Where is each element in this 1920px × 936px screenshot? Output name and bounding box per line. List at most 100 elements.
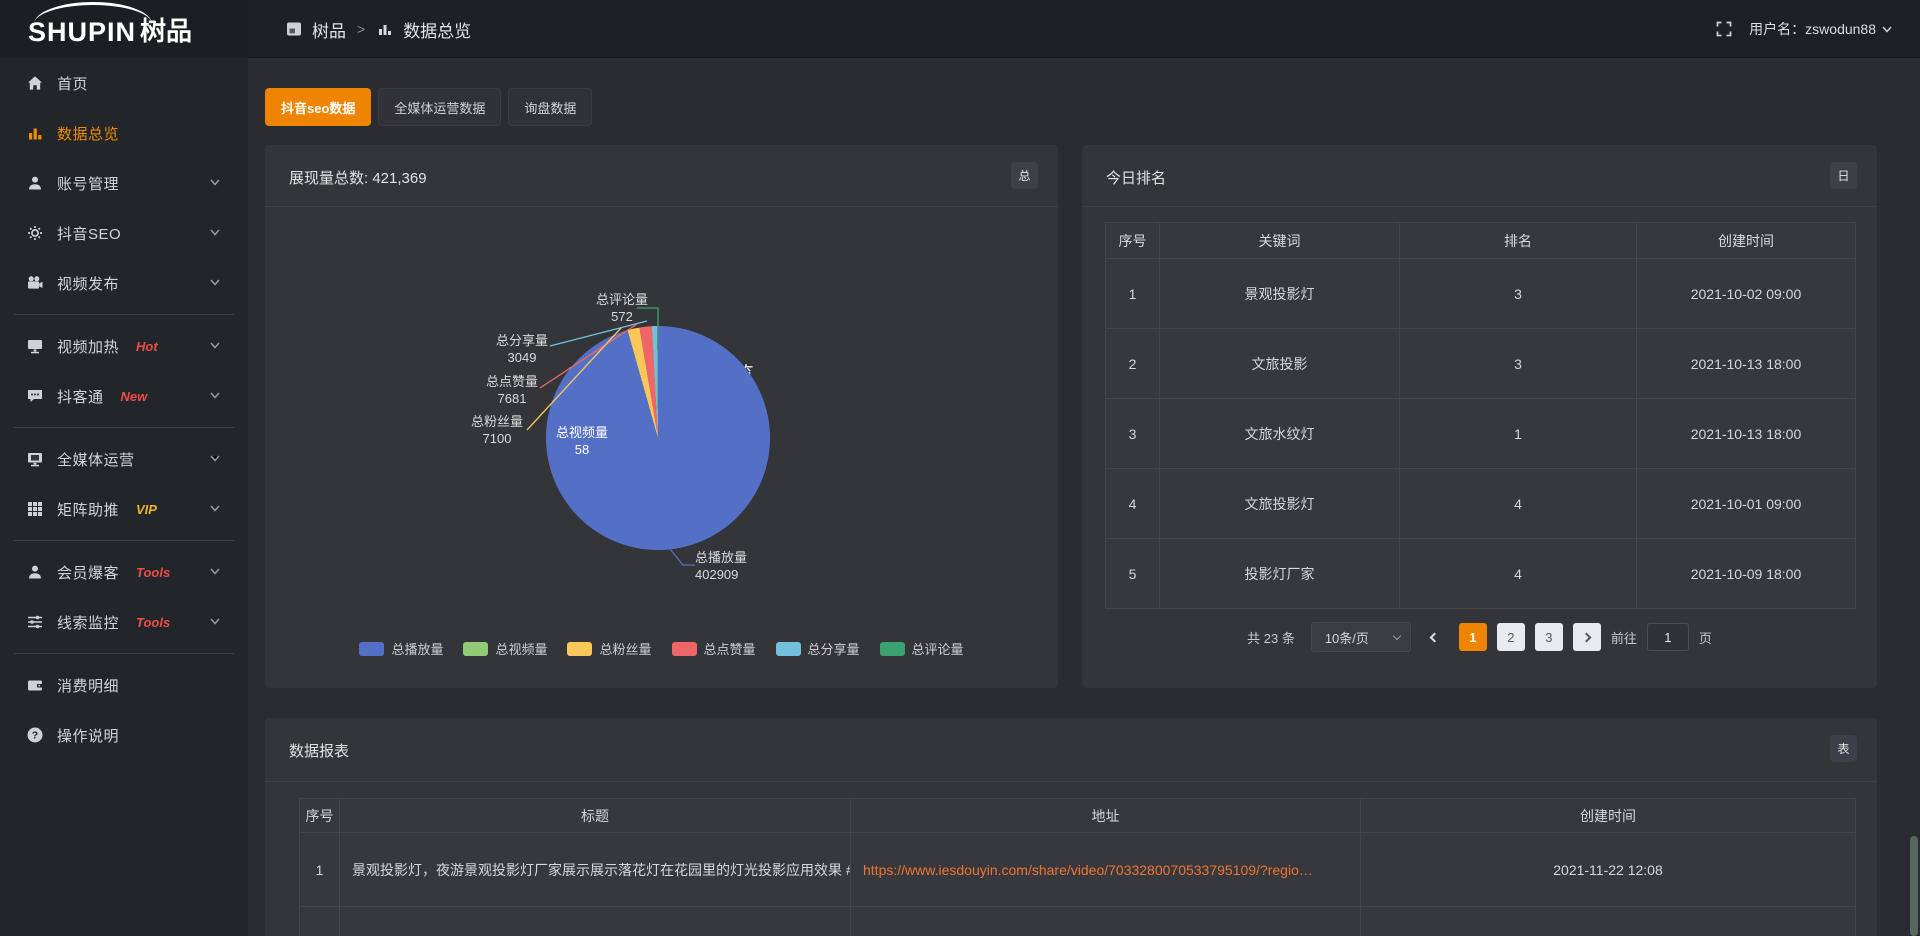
- pie-label-videos: 总视频量58: [517, 424, 647, 458]
- sidebar-item-douyin-seo[interactable]: 抖音SEO: [0, 208, 248, 258]
- breadcrumb-current: 数据总览: [403, 17, 471, 42]
- table-row[interactable]: 3文旅水纹灯12021-10-13 18:00: [1106, 399, 1856, 469]
- sidebar-item-home[interactable]: 首页: [0, 58, 248, 108]
- breadcrumb-root[interactable]: 树品: [312, 17, 346, 42]
- scrollbar[interactable]: [1910, 58, 1918, 936]
- legend-item[interactable]: 总点赞量: [672, 639, 756, 658]
- bar-chart-icon: [26, 124, 44, 142]
- user-icon: [26, 563, 44, 581]
- user-icon: [26, 174, 44, 192]
- legend-item[interactable]: 总评论量: [880, 639, 964, 658]
- sliders-icon: [26, 613, 44, 631]
- page-button-3[interactable]: 3: [1535, 623, 1563, 651]
- goto-label: 前往: [1611, 628, 1637, 647]
- sidebar: 首页 数据总览 账号管理 抖音SEO 视频发布 视频加热 Hot: [0, 58, 248, 936]
- user-menu[interactable]: 用户名：zswodun88: [1749, 19, 1892, 39]
- sidebar-divider: [14, 314, 234, 315]
- topbar-right: 用户名：zswodun88: [1715, 0, 1892, 58]
- legend-item[interactable]: 总粉丝量: [567, 639, 651, 658]
- legend-swatch: [776, 642, 801, 656]
- table-header-row: 序号 关键词 排名 创建时间: [1106, 223, 1856, 259]
- chart-legend: 总播放量 总视频量 总粉丝量 总点赞量 总分享量 总评论量: [265, 639, 1058, 658]
- legend-item[interactable]: 总分享量: [776, 639, 860, 658]
- ranking-table: 序号 关键词 排名 创建时间 1景观投影灯32021-10-02 09:00 2…: [1105, 222, 1856, 609]
- pie-label-likes: 总点赞量7681: [467, 373, 557, 407]
- page-size-select[interactable]: 10条/页: [1311, 622, 1411, 652]
- legend-swatch: [672, 642, 697, 656]
- screen-icon: [26, 337, 44, 355]
- sidebar-item-label: 消费明细: [57, 675, 119, 696]
- legend-item[interactable]: 总播放量: [359, 639, 443, 658]
- main-content: 抖音seo数据 全媒体运营数据 询盘数据 展现量总数: 421,369 总 D音…: [248, 58, 1920, 936]
- next-page-button[interactable]: [1573, 623, 1601, 651]
- table-row[interactable]: 4文旅投影灯42021-10-01 09:00: [1106, 469, 1856, 539]
- sidebar-item-matrix-boost[interactable]: 矩阵助推 VIP: [0, 484, 248, 534]
- total-badge[interactable]: 总: [1011, 162, 1038, 189]
- sidebar-item-label: 线索监控: [57, 612, 119, 633]
- fullscreen-icon[interactable]: [1715, 20, 1733, 38]
- tab-inquiry-data[interactable]: 询盘数据: [508, 88, 592, 126]
- sidebar-item-help[interactable]: ? 操作说明: [0, 710, 248, 760]
- sidebar-item-label: 数据总览: [57, 123, 119, 144]
- sidebar-item-lead-monitor[interactable]: 线索监控 Tools: [0, 597, 248, 647]
- sidebar-item-omnimedia[interactable]: 全媒体运营: [0, 434, 248, 484]
- movie-camera-icon: [26, 274, 44, 292]
- pagination: 共 23 条 10条/页 1 2 3 前往 页: [1082, 622, 1877, 652]
- report-title: 数据报表: [289, 740, 349, 761]
- sidebar-item-consumption[interactable]: 消费明细: [0, 660, 248, 710]
- sidebar-item-label: 视频加热: [57, 336, 119, 357]
- data-tabs: 抖音seo数据 全媒体运营数据 询盘数据: [265, 88, 592, 126]
- sidebar-item-label: 视频发布: [57, 273, 119, 294]
- chevron-down-icon: [210, 229, 220, 236]
- tab-omnimedia-data[interactable]: 全媒体运营数据: [378, 88, 501, 126]
- sidebar-item-label: 首页: [57, 73, 88, 94]
- chevron-down-icon: [210, 505, 220, 512]
- sidebar-item-account[interactable]: 账号管理: [0, 158, 248, 208]
- goto-page-input[interactable]: [1647, 623, 1689, 651]
- page-button-2[interactable]: 2: [1497, 623, 1525, 651]
- day-badge[interactable]: 日: [1830, 162, 1857, 189]
- table-row[interactable]: 2文旅投影32021-10-13 18:00: [1106, 329, 1856, 399]
- ranking-title: 今日排名: [1106, 167, 1166, 188]
- report-table: 序号 标题 地址 创建时间 1 景观投影灯，夜游景观投影灯厂家展示展示落花灯在花…: [299, 798, 1856, 936]
- chevron-down-icon: [1882, 26, 1892, 33]
- table-row[interactable]: 1景观投影灯32021-10-02 09:00: [1106, 259, 1856, 329]
- video-url-link[interactable]: https://www.iesdouyin.com/share/video/70…: [863, 862, 1313, 878]
- overview-panel-header: 展现量总数: 421,369 总: [265, 145, 1058, 207]
- chevron-down-icon: [210, 179, 220, 186]
- sidebar-item-data-overview[interactable]: 数据总览: [0, 108, 248, 158]
- legend-swatch: [463, 642, 488, 656]
- prev-page-button[interactable]: [1421, 623, 1449, 651]
- legend-swatch: [359, 642, 384, 656]
- breadcrumb-separator: >: [357, 21, 365, 37]
- tab-douyin-seo-data[interactable]: 抖音seo数据: [265, 88, 371, 126]
- table-badge[interactable]: 表: [1830, 735, 1857, 762]
- overview-panel: 展现量总数: 421,369 总 D音SEO数据量总览 总评论量572 总分享量…: [265, 145, 1058, 688]
- app-square-icon: [285, 20, 303, 38]
- chevron-down-icon: [210, 455, 220, 462]
- sidebar-item-doukewtong[interactable]: 抖客通 New: [0, 371, 248, 421]
- overview-total-label: 展现量总数: 421,369: [289, 167, 427, 188]
- sidebar-item-video-publish[interactable]: 视频发布: [0, 258, 248, 308]
- scrollbar-thumb[interactable]: [1910, 836, 1918, 936]
- page: SHUPIN 树品 树品 > 数据总览 用户名：zswodun88: [0, 0, 1920, 936]
- sidebar-item-member-blast[interactable]: 会员爆客 Tools: [0, 547, 248, 597]
- report-panel-header: 数据报表 表: [265, 718, 1877, 782]
- chevron-down-icon: [1393, 631, 1401, 639]
- home-icon: [26, 74, 44, 92]
- table-row[interactable]: [300, 907, 1856, 936]
- table-row[interactable]: 5投影灯厂家42021-10-09 18:00: [1106, 539, 1856, 609]
- sidebar-item-label: 矩阵助推: [57, 499, 119, 520]
- pie-label-shares: 总分享量3049: [477, 332, 567, 366]
- ranking-panel-header: 今日排名 日: [1082, 145, 1877, 207]
- gear-icon: [26, 224, 44, 242]
- page-button-1[interactable]: 1: [1459, 623, 1487, 651]
- tools-tag: Tools: [136, 615, 170, 630]
- legend-item[interactable]: 总视频量: [463, 639, 547, 658]
- sidebar-item-label: 抖音SEO: [57, 223, 121, 244]
- video-title-cell: 景观投影灯，夜游景观投影灯厂家展示展示落花灯在花园里的灯光投影应用效果 #: [340, 833, 851, 907]
- sidebar-item-video-heat[interactable]: 视频加热 Hot: [0, 321, 248, 371]
- report-panel: 数据报表 表 序号 标题 地址 创建时间 1 景观投影灯，夜游景观投影灯厂家展示…: [265, 718, 1877, 936]
- sidebar-divider: [14, 427, 234, 428]
- table-row[interactable]: 1 景观投影灯，夜游景观投影灯厂家展示展示落花灯在花园里的灯光投影应用效果 # …: [300, 833, 1856, 907]
